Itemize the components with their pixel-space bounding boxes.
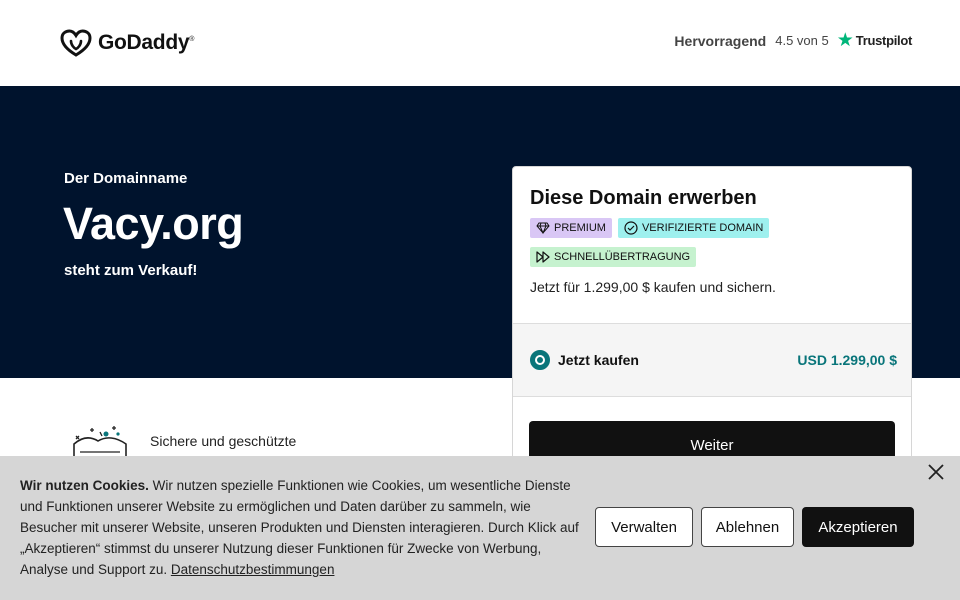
check-circle-icon: [624, 221, 638, 235]
buy-now-price: USD 1.299,00 $: [797, 352, 897, 368]
logo-text: GoDaddy®: [98, 31, 195, 54]
fast-forward-icon: [536, 251, 550, 263]
rating-score: 4.5 von 5: [775, 33, 829, 48]
trustpilot-rating[interactable]: Hervorragend 4.5 von 5 ★ Trustpilot: [674, 31, 912, 50]
cookie-text: Wir nutzen Cookies. Wir nutzen spezielle…: [20, 475, 590, 580]
diamond-icon: [536, 222, 550, 234]
buy-now-label: Jetzt kaufen: [558, 352, 639, 368]
godaddy-mark-icon: [60, 29, 92, 57]
domain-name: Vacy.org: [63, 198, 244, 249]
site-header: GoDaddy® Hervorragend 4.5 von 5 ★ Trustp…: [0, 0, 960, 86]
fast-transfer-badge: SCHNELLÜBERTRAGUNG: [530, 247, 697, 267]
manage-button[interactable]: Verwalten: [595, 507, 693, 547]
purchase-card: Diese Domain erwerben PREMIUM VERIFIZIER…: [512, 166, 912, 496]
cookie-heading: Wir nutzen Cookies.: [20, 478, 149, 493]
shield-sparkle-icon: [73, 426, 127, 460]
godaddy-logo[interactable]: GoDaddy®: [60, 29, 194, 57]
trustpilot-logo: ★ Trustpilot: [836, 30, 913, 51]
trustpilot-text: Trustpilot: [855, 33, 913, 48]
feature-text: Sichere und geschützte: [150, 433, 297, 449]
accept-button[interactable]: Akzeptieren: [802, 507, 914, 547]
close-icon[interactable]: [926, 462, 946, 482]
cookie-banner: Wir nutzen Cookies. Wir nutzen spezielle…: [0, 456, 960, 600]
buy-now-option[interactable]: Jetzt kaufen USD 1.299,00 $: [513, 323, 911, 397]
premium-badge: PREMIUM: [530, 218, 612, 238]
for-sale-text: steht zum Verkauf!: [64, 262, 198, 279]
verified-badge: VERIFIZIERTE DOMAIN: [617, 218, 770, 238]
feature-item: Sichere und geschützte: [70, 422, 296, 460]
buy-now-radio[interactable]: [530, 350, 550, 370]
price-description: Jetzt für 1.299,00 $ kaufen und sichern.: [530, 279, 776, 295]
rating-word: Hervorragend: [674, 32, 767, 49]
star-icon: ★: [836, 30, 854, 51]
hero-subtitle: Der Domainname: [64, 170, 188, 187]
card-title: Diese Domain erwerben: [530, 187, 757, 209]
badge-list: PREMIUM VERIFIZIERTE DOMAIN SCHNELLÜBERT…: [530, 218, 900, 276]
reject-button[interactable]: Ablehnen: [701, 507, 794, 547]
privacy-policy-link[interactable]: Datenschutzbestimmungen: [171, 562, 335, 577]
